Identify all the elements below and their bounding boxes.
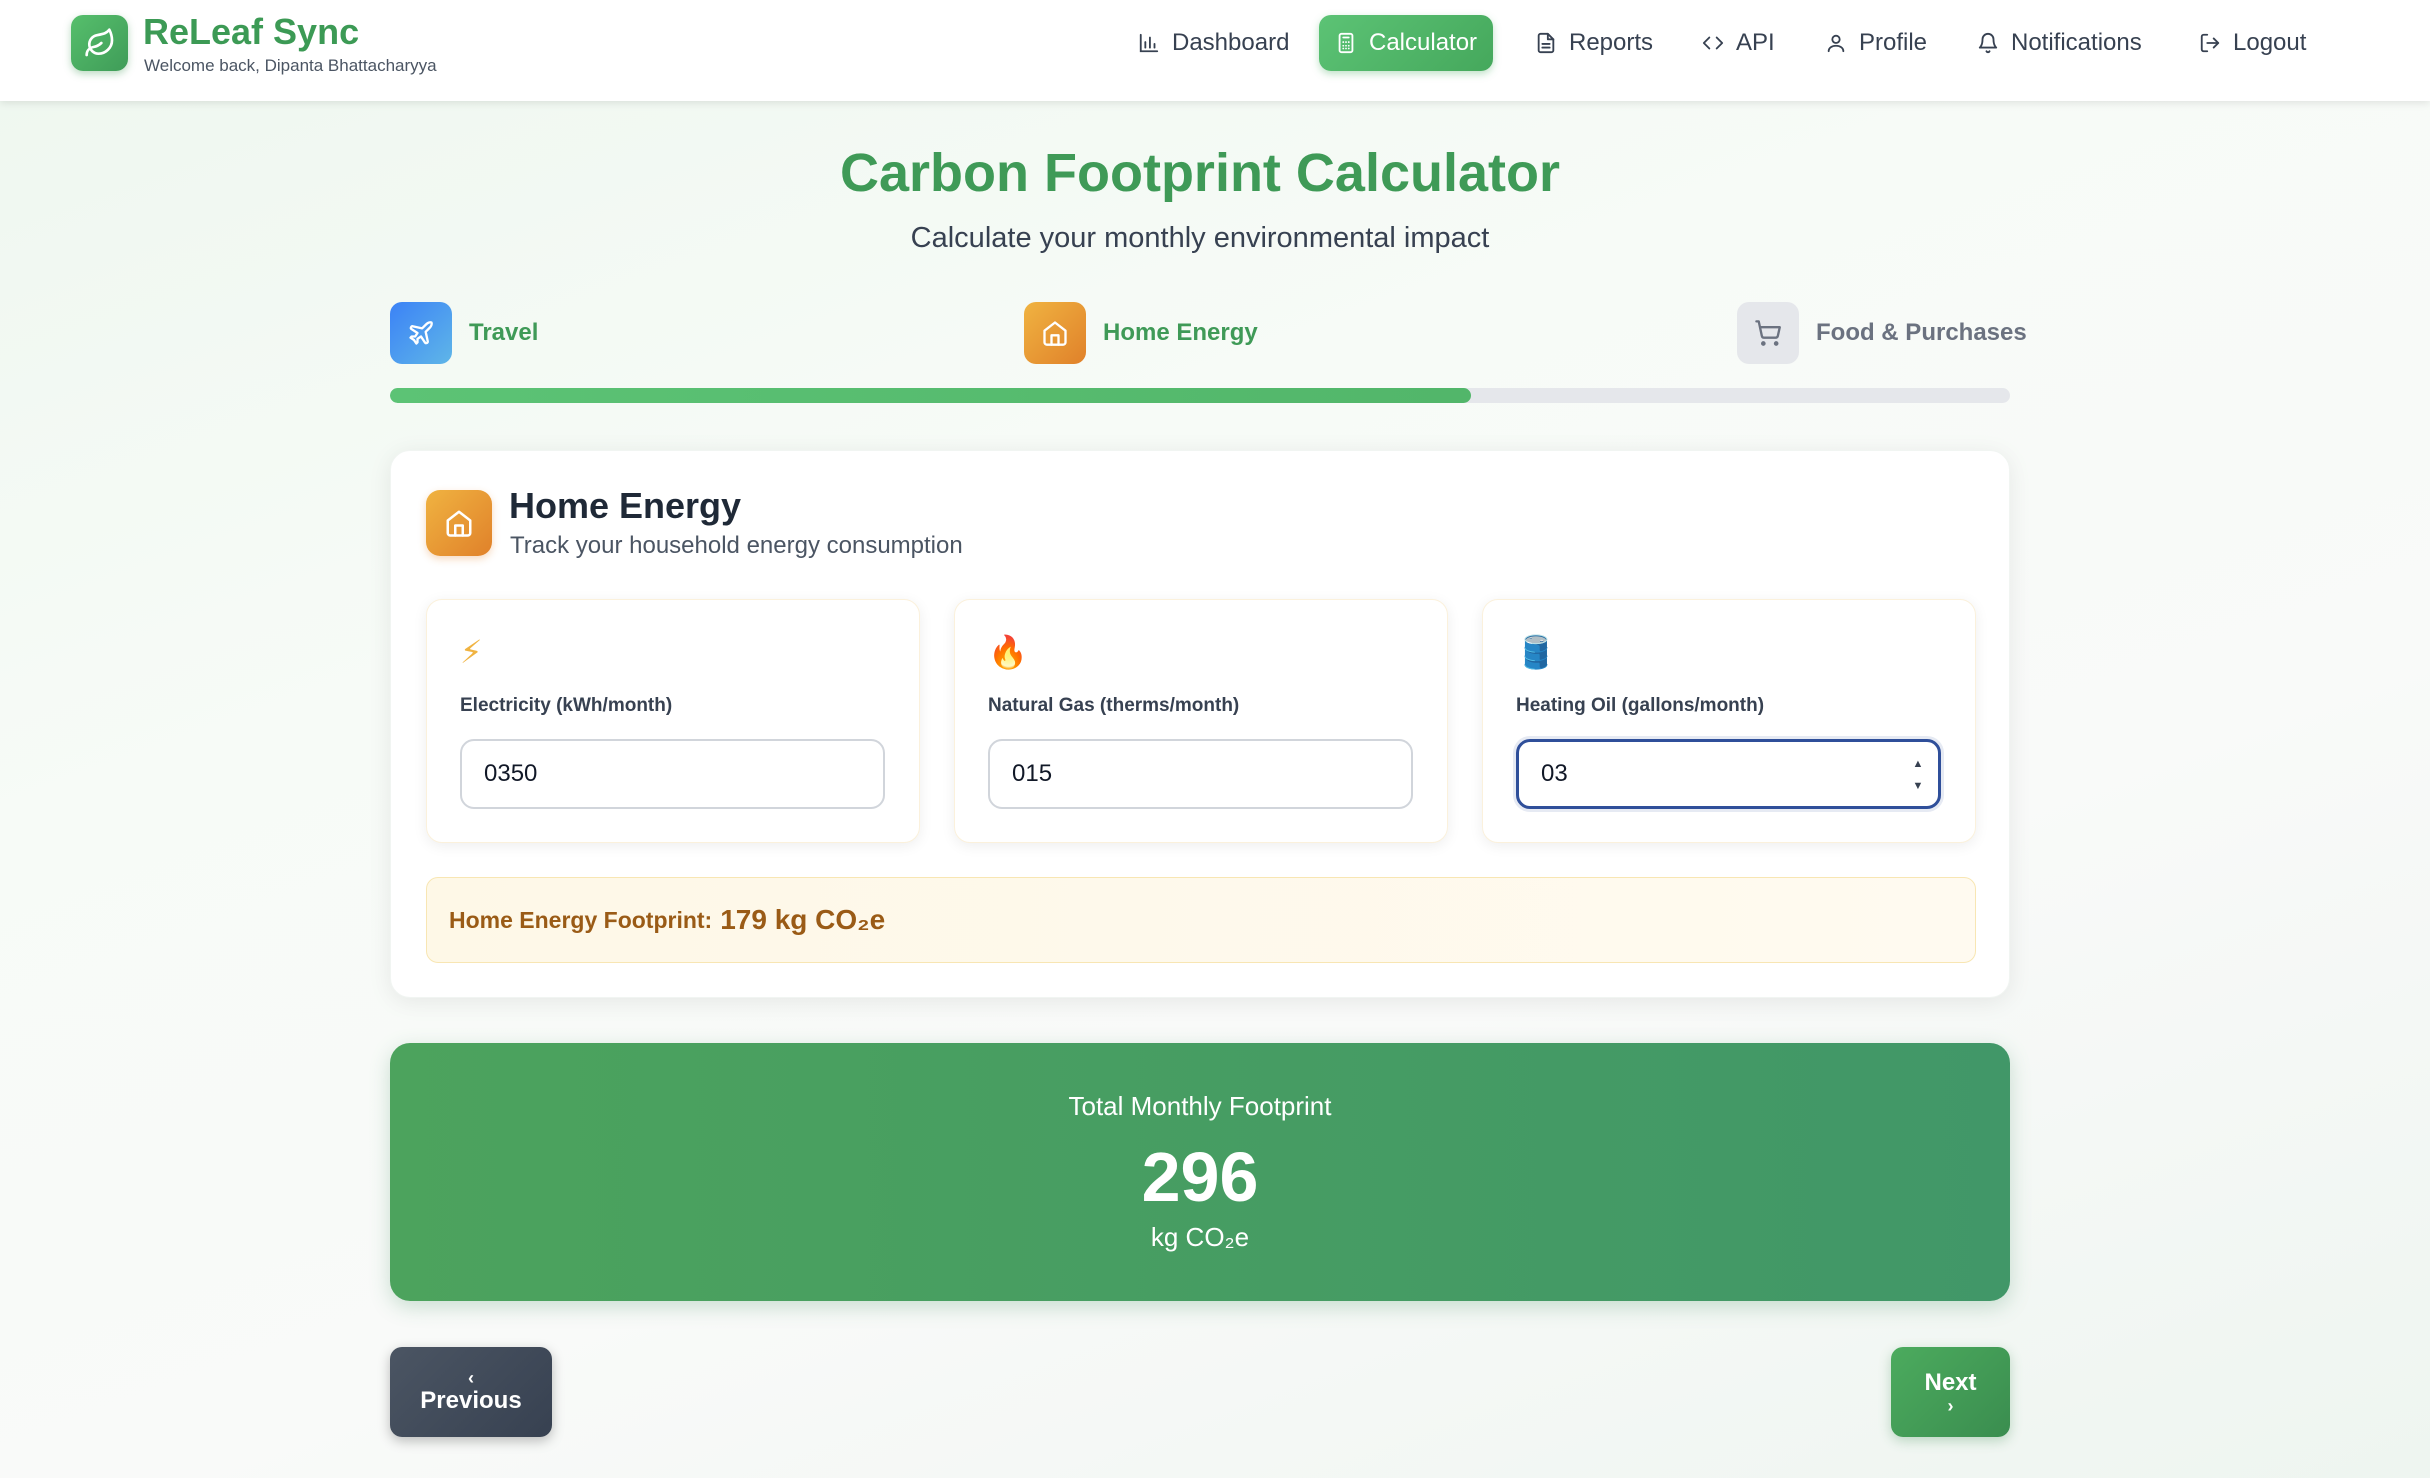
next-button-label: Next — [1924, 1369, 1977, 1396]
total-value: 296 — [1141, 1138, 1259, 1216]
section-title: Home Energy — [509, 485, 742, 526]
nav-profile-label: Profile — [1859, 29, 1928, 56]
nav-reports-label: Reports — [1569, 29, 1654, 56]
number-stepper[interactable]: ▲ ▼ — [1910, 758, 1926, 792]
nav-dashboard-label: Dashboard — [1172, 29, 1290, 56]
step-food-purchases[interactable]: Food & Purchases — [1737, 302, 2027, 364]
heating-oil-input[interactable] — [1516, 739, 1941, 809]
document-icon — [1537, 32, 1555, 54]
step-travel[interactable]: Travel — [390, 302, 538, 364]
stepper-down-icon[interactable]: ▼ — [1913, 780, 1924, 792]
electricity-input[interactable] — [460, 739, 885, 809]
home-energy-footprint: Home Energy Footprint: 179 kg CO₂e — [426, 877, 1976, 963]
step-food-purchases-label: Food & Purchases — [1816, 319, 2027, 346]
chevron-left-icon: ‹ — [468, 1368, 474, 1388]
natural-gas-input[interactable] — [988, 739, 1413, 809]
natural-gas-field-card: 🔥 Natural Gas (therms/month) — [954, 599, 1448, 843]
nav-logout-label: Logout — [2233, 29, 2307, 56]
brand-name[interactable]: ReLeaf Sync — [143, 10, 359, 54]
total-label: Total Monthly Footprint — [1068, 1091, 1332, 1121]
total-unit: kg CO₂e — [1150, 1222, 1250, 1252]
previous-button-label: Previous — [420, 1387, 522, 1414]
electricity-label: Electricity (kWh/month) — [460, 695, 673, 716]
page-subtitle: Calculate your monthly environmental imp… — [910, 222, 1490, 254]
house-icon — [1024, 302, 1086, 364]
footprint-value: 179 kg CO₂e — [720, 904, 886, 935]
home-energy-card: Home Energy Track your household energy … — [390, 450, 2010, 998]
lightning-icon: ⚡ — [460, 634, 483, 670]
welcome-text: Welcome back, Dipanta Bhattacharyya — [144, 56, 437, 75]
bar-chart-icon — [1139, 33, 1159, 53]
total-footprint-panel: Total Monthly Footprint 296 kg CO₂e — [390, 1043, 2010, 1301]
step-progress-fill — [390, 388, 1471, 403]
nav-dashboard[interactable]: Dashboard — [1122, 15, 1305, 71]
section-subtitle: Track your household energy consumption — [510, 532, 963, 559]
nav-profile[interactable]: Profile — [1809, 15, 1943, 71]
nav-reports[interactable]: Reports — [1519, 15, 1669, 71]
footprint-label: Home Energy Footprint: — [449, 906, 713, 933]
top-header: ReLeaf Sync Welcome back, Dipanta Bhatta… — [0, 0, 2430, 101]
fire-icon: 🔥 — [988, 634, 1028, 670]
user-icon — [1827, 34, 1845, 53]
nav-calculator-label: Calculator — [1369, 29, 1478, 56]
natural-gas-label: Natural Gas (therms/month) — [988, 695, 1240, 716]
step-home-energy-label: Home Energy — [1103, 319, 1258, 346]
bell-icon — [1978, 33, 1998, 54]
step-travel-label: Travel — [469, 319, 539, 346]
stepper-up-icon[interactable]: ▲ — [1913, 758, 1924, 770]
nav-api[interactable]: API — [1686, 15, 1791, 71]
step-progress-bar — [390, 388, 2010, 403]
oil-barrel-icon: 🛢️ — [1516, 634, 1556, 670]
electricity-field-card: ⚡ Electricity (kWh/month) — [426, 599, 920, 843]
heating-oil-field-card: 🛢️ Heating Oil (gallons/month) ▲ ▼ — [1482, 599, 1976, 843]
house-icon — [426, 490, 492, 556]
nav-calculator[interactable]: Calculator — [1319, 15, 1494, 71]
nav-logout[interactable]: Logout — [2183, 15, 2322, 71]
logout-icon — [2200, 33, 2220, 53]
step-home-energy[interactable]: Home Energy — [1024, 302, 1258, 364]
nav-notifications[interactable]: Notifications — [1961, 15, 2158, 71]
next-button[interactable]: Next › — [1891, 1347, 2010, 1437]
nav-api-label: API — [1736, 29, 1775, 56]
cart-icon — [1737, 302, 1799, 364]
airplane-icon — [390, 302, 452, 364]
leaf-logo-icon[interactable] — [71, 15, 128, 71]
nav-notifications-label: Notifications — [2011, 29, 2142, 56]
previous-button[interactable]: ‹ Previous — [390, 1347, 552, 1437]
code-icon — [1702, 36, 1724, 50]
calculator-icon — [1338, 32, 1354, 54]
page-title: Carbon Footprint Calculator — [840, 143, 1560, 203]
chevron-right-icon: › — [1947, 1396, 1954, 1416]
heating-oil-label: Heating Oil (gallons/month) — [1516, 695, 1765, 716]
